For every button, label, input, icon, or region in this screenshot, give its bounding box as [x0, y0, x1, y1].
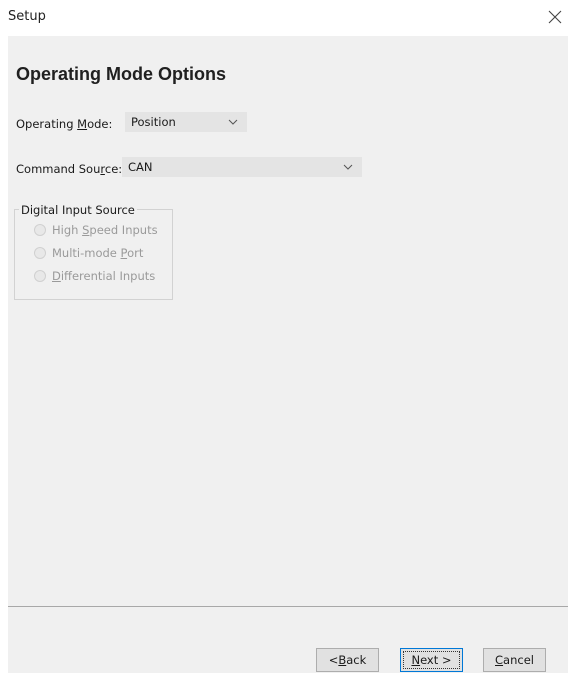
radio-label-text: Multi-mode	[52, 246, 121, 260]
cancel-button-mnemonic: C	[495, 653, 504, 667]
radio-label-mnemonic: D	[52, 269, 61, 283]
window-title: Setup	[8, 9, 46, 24]
radio-button-icon	[34, 270, 46, 282]
command-source-label-text-end: ce:	[104, 162, 123, 176]
back-button-text: <	[328, 653, 339, 667]
radio-multi-mode-port[interactable]: Multi-mode Port	[34, 245, 143, 261]
wizard-page: Operating Mode Options Operating Mode: P…	[8, 36, 568, 606]
radio-button-icon	[34, 224, 46, 236]
command-source-dropdown[interactable]: CAN	[122, 157, 362, 177]
operating-mode-value: Position	[131, 115, 176, 129]
cancel-button[interactable]: Cancel	[483, 648, 546, 672]
radio-differential-inputs[interactable]: Differential Inputs	[34, 268, 155, 284]
radio-label-text: High	[52, 223, 83, 237]
radio-high-speed-inputs[interactable]: High Speed Inputs	[34, 222, 158, 238]
command-source-label: Command Source:	[16, 162, 122, 176]
cancel-button-text-end: ancel	[503, 653, 534, 667]
close-button[interactable]	[542, 4, 568, 30]
radio-label-text-end: ifferential Inputs	[60, 269, 156, 283]
next-button-mnemonic: N	[411, 653, 421, 667]
operating-mode-label-text: Operating	[16, 117, 78, 131]
digital-input-source-legend: Digital Input Source	[19, 203, 137, 217]
wizard-footer: < Back Next > Cancel	[8, 607, 568, 673]
operating-mode-label-text-end: ode:	[87, 117, 113, 131]
radio-label-text-end: ort	[127, 246, 144, 260]
title-bar: Setup	[0, 0, 572, 34]
radio-high-speed-inputs-label: High Speed Inputs	[52, 223, 158, 237]
radio-label-text-end: peed Inputs	[89, 223, 158, 237]
chevron-down-icon	[228, 119, 238, 125]
next-button[interactable]: Next >	[400, 648, 463, 672]
radio-button-icon	[34, 247, 46, 259]
operating-mode-dropdown[interactable]: Position	[125, 112, 247, 132]
radio-differential-inputs-label: Differential Inputs	[52, 269, 155, 283]
next-button-text-end: ext >	[420, 653, 452, 667]
chevron-down-icon	[343, 164, 353, 170]
setup-window: Setup Operating Mode Options Operating M…	[0, 0, 572, 673]
radio-multi-mode-port-label: Multi-mode Port	[52, 246, 143, 260]
back-button[interactable]: < Back	[316, 648, 379, 672]
command-source-value: CAN	[128, 160, 153, 174]
digital-input-source-group: Digital Input Source High Speed Inputs M…	[14, 203, 173, 300]
back-button-text-end: ack	[346, 653, 367, 667]
back-button-mnemonic: B	[338, 653, 347, 667]
close-icon	[548, 10, 562, 24]
operating-mode-label-mnemonic: M	[77, 117, 88, 131]
operating-mode-label: Operating Mode:	[16, 117, 112, 131]
page-title: Operating Mode Options	[16, 64, 226, 84]
command-source-label-text: Command Sou	[16, 162, 101, 176]
